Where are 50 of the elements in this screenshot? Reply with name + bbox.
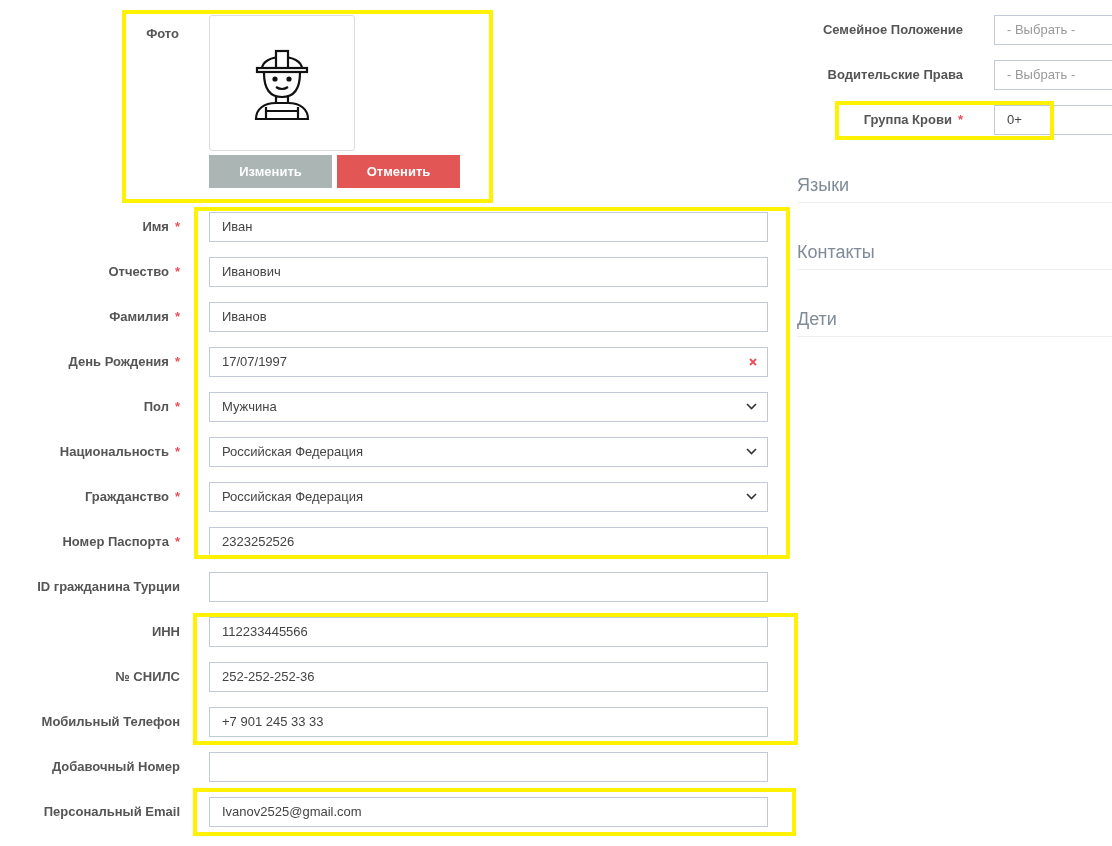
required-marker: * [174,443,180,459]
select-field[interactable]: Мужчина [209,391,768,422]
field-label: Водительские Права [827,66,963,82]
required-marker: * [174,488,180,504]
field-label: День Рождения [68,353,169,369]
field-label: Добавочный Номер [51,758,180,774]
input-field[interactable]: Иванович [209,256,768,287]
field-label: Гражданство [84,488,169,504]
field-label: Персональный Email [43,803,180,819]
required-marker: * [957,111,963,127]
cancel-button[interactable]: Отменить [337,155,460,188]
field-label: Фото [146,26,179,41]
input-field[interactable]: 0+ [994,104,1112,135]
field-label: ID гражданина Турции [37,578,180,594]
input-field[interactable] [209,571,768,602]
field-label: Фамилия [109,308,169,324]
required-marker: * [174,398,180,414]
input-field[interactable] [209,751,768,782]
field-label: Имя [142,218,169,234]
field-label: ИНН [151,623,180,639]
field-label: Номер Паспорта [62,533,169,549]
input-field[interactable]: Ivanov2525@gmail.com [209,796,768,827]
date-field[interactable]: 17/07/1997 [209,346,768,377]
section-heading: Дети [797,270,1112,337]
input-field[interactable]: +7 901 245 33 33 [209,706,768,737]
required-marker: * [174,218,180,234]
chevron-down-icon [746,448,757,455]
field-label: № СНИЛС [115,668,180,684]
input-field[interactable]: Иван [209,211,768,242]
required-marker: * [174,353,180,369]
required-marker: * [174,533,180,549]
input-field[interactable]: Иванов [209,301,768,332]
input-field[interactable]: 252-252-252-36 [209,661,768,692]
clear-icon[interactable] [749,357,757,366]
field-label: Семейное Положение [822,21,963,37]
field-label: Национальность [59,443,169,459]
required-marker: * [174,263,180,279]
chevron-down-icon [746,493,757,500]
section-heading: Языки [797,176,1112,203]
required-marker: * [174,308,180,324]
field-label: Отчество [108,263,169,279]
section-heading: Контакты [797,203,1112,270]
input-field[interactable]: 2323252526 [209,526,768,557]
field-label: Пол [143,398,169,414]
input-field[interactable]: 112233445566 [209,616,768,647]
chevron-down-icon [746,403,757,410]
select-field[interactable]: Российская Федерация [209,481,768,512]
select-field[interactable]: Российская Федерация [209,436,768,467]
field-label: Группа Крови [863,111,952,127]
field-label: Мобильный Телефон [41,713,180,729]
